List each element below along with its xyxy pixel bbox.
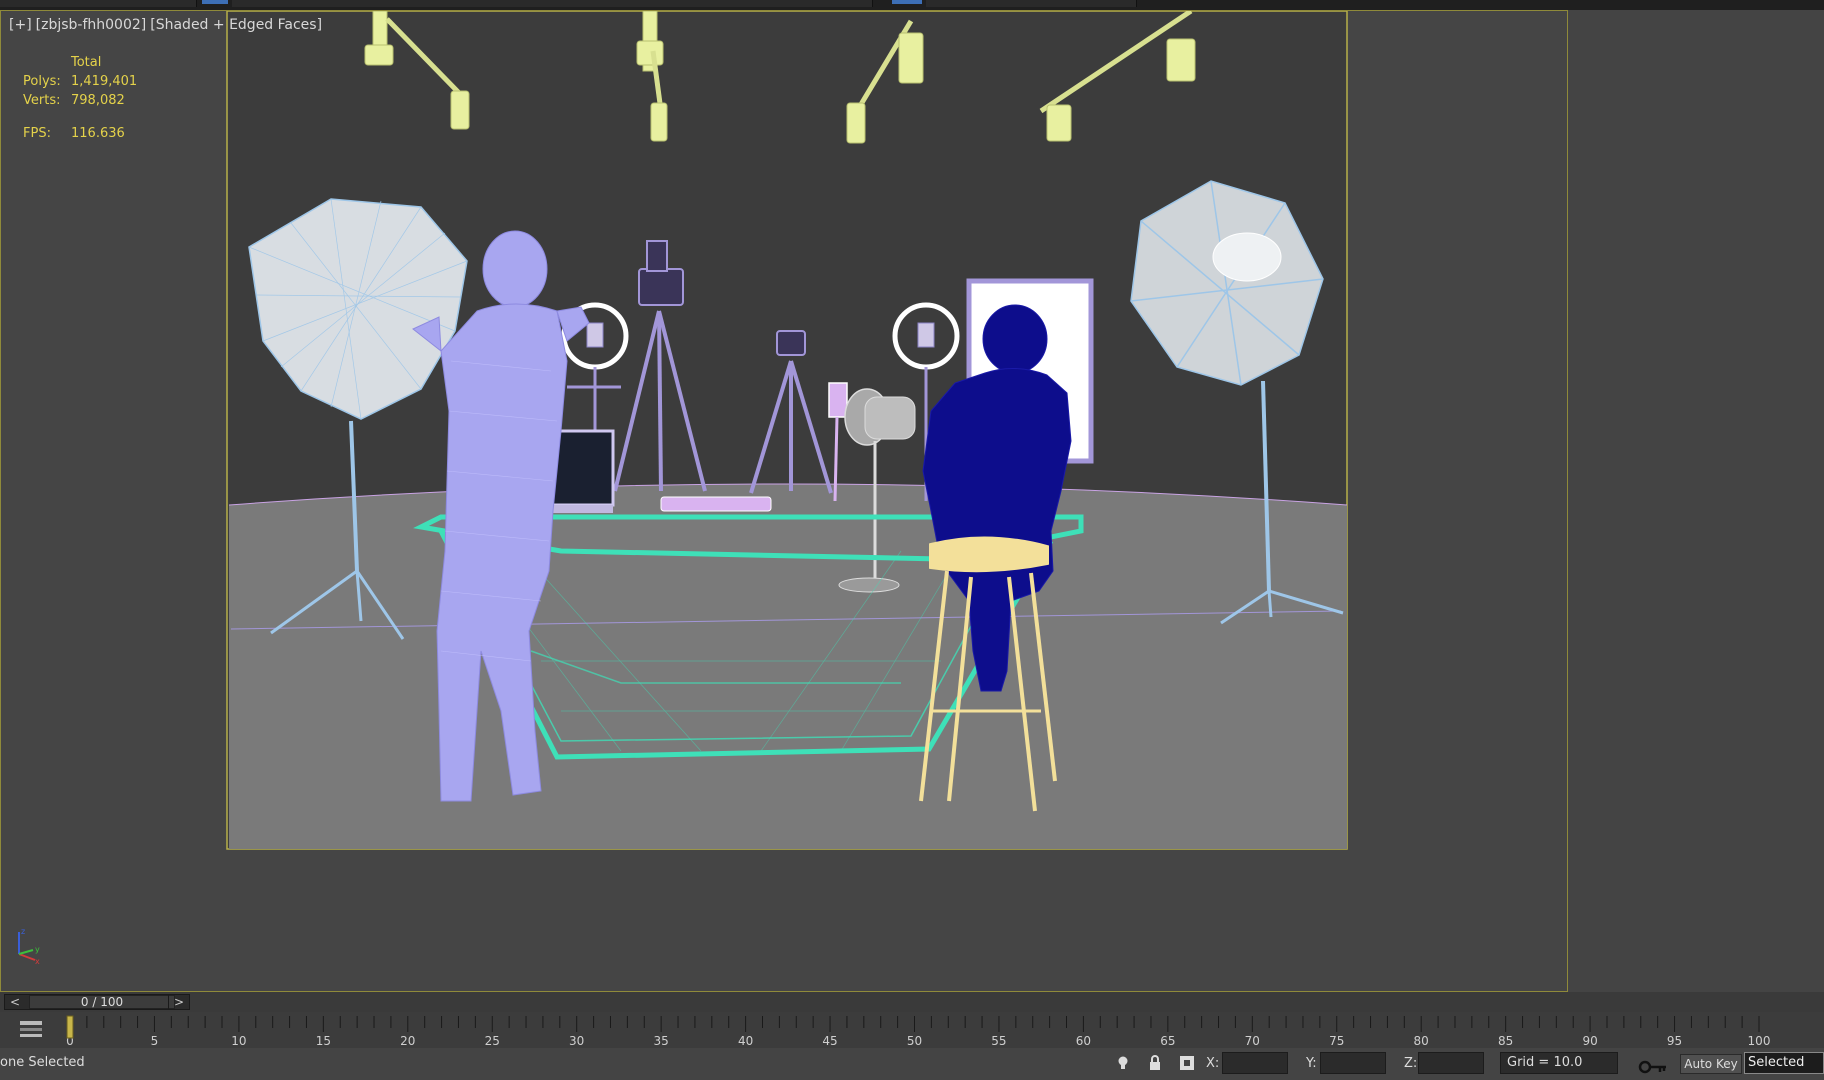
timeline-tick-label: 100	[1748, 1034, 1771, 1048]
axis-y-label: y	[35, 945, 40, 954]
time-slider-bar[interactable]: < 0 / 100 >	[0, 992, 1824, 1012]
phone-stand	[828, 382, 848, 418]
timeline-tick-label: 10	[231, 1034, 246, 1048]
viewport-scene[interactable]	[1, 11, 1567, 991]
current-frame-marker[interactable]	[66, 1015, 74, 1039]
toolbar-segment[interactable]	[926, 0, 1137, 7]
grid-size-field: Grid = 10.0	[1500, 1052, 1618, 1074]
x-coord-label: X:	[1206, 1056, 1220, 1071]
timeline-tick-label: 95	[1667, 1034, 1682, 1048]
verts-value: 798,082	[71, 93, 125, 108]
keyboard	[660, 496, 772, 512]
timeline-tick-label: 50	[907, 1034, 922, 1048]
viewport-shading-mode[interactable]: [Shaded + Edged Faces]	[150, 17, 322, 33]
perspective-viewport[interactable]: [+] [zbjsb-fhh0002] [Shaded + Edged Faces]…	[0, 10, 1568, 992]
track-bar[interactable]: 0 5 10 15 20 25 30 35 40 45 50 55 60 65 70 75 80 85 90 95 10…	[0, 1012, 1824, 1048]
viewport-menu[interactable]: [+]	[9, 17, 32, 33]
app-window: [+] [zbjsb-fhh0002] [Shaded + Edged Faces]…	[0, 0, 1824, 1080]
selection-status: one Selected	[0, 1055, 85, 1070]
timeline-tick-label: 85	[1498, 1034, 1513, 1048]
auto-key-button[interactable]: Auto Key	[1680, 1054, 1742, 1074]
timeline-tick-label: 80	[1414, 1034, 1429, 1048]
y-coord-field[interactable]	[1320, 1052, 1386, 1074]
toolbar-segment[interactable]	[0, 0, 197, 7]
prev-frame-button[interactable]: <	[5, 995, 25, 1009]
timeline-tick-label: 5	[151, 1034, 159, 1048]
z-coord-label: Z:	[1404, 1056, 1418, 1071]
viewport-label[interactable]: [+] [zbjsb-fhh0002] [Shaded + Edged Faces]	[9, 17, 326, 33]
key-filter-dropdown[interactable]: Selected	[1744, 1052, 1824, 1074]
timeline-tick-label: 30	[569, 1034, 584, 1048]
timeline-tick-label: 60	[1076, 1034, 1091, 1048]
fps-label: FPS:	[23, 126, 51, 141]
timeline-tick-label: 25	[485, 1034, 500, 1048]
axis-x-label: x	[35, 957, 40, 966]
key-filter-icon[interactable]	[18, 1019, 44, 1039]
x-coord-field[interactable]	[1222, 1052, 1288, 1074]
timeline-tick-label: 70	[1245, 1034, 1260, 1048]
axis-gizmo: x y z	[18, 927, 40, 966]
toolbar-active-tab[interactable]	[202, 0, 228, 4]
stats-header: Total	[71, 55, 102, 70]
top-toolbar-strip	[0, 0, 1824, 10]
absolute-mode-icon[interactable]	[1178, 1054, 1196, 1072]
fps-value: 116.636	[71, 126, 125, 141]
z-coord-field[interactable]	[1418, 1052, 1484, 1074]
set-key-icon[interactable]	[1638, 1058, 1668, 1076]
timeline-tick-label: 65	[1160, 1034, 1175, 1048]
timeline-ruler[interactable]: 0 5 10 15 20 25 30 35 40 45 50 55 60 65 70 75 80 85 90 95 10…	[66, 1012, 1824, 1048]
verts-label: Verts:	[23, 93, 61, 108]
timeline-tick-label: 45	[822, 1034, 837, 1048]
timeline-tick-label: 90	[1582, 1034, 1597, 1048]
studio-floor	[229, 484, 1347, 849]
right-panel	[1568, 10, 1824, 992]
viewport-view-name[interactable]: [zbjsb-fhh0002]	[36, 17, 147, 33]
timeline-tick-label: 55	[991, 1034, 1006, 1048]
y-coord-label: Y:	[1306, 1056, 1317, 1071]
viewport-statistics: Total Polys: 1,419,401 Verts: 798,082 FPS:…	[23, 53, 161, 143]
toolbar-active-tab[interactable]	[892, 0, 922, 4]
timeline-tick-label: 35	[654, 1034, 669, 1048]
polys-value: 1,419,401	[71, 74, 138, 89]
timeline-tick-label: 75	[1329, 1034, 1344, 1048]
timeline-tick-label: 40	[738, 1034, 753, 1048]
toolbar-segment[interactable]	[232, 0, 873, 7]
timeline-tick-label: 15	[316, 1034, 331, 1048]
status-bar: one Selected X: Y: Z: Grid = 10.0 Auto K…	[0, 1048, 1824, 1080]
polys-label: Polys:	[23, 74, 61, 89]
lock-icon[interactable]	[1146, 1054, 1164, 1072]
time-slider[interactable]: < 0 / 100 >	[4, 994, 190, 1010]
timeline-tick-label: 20	[400, 1034, 415, 1048]
lightbulb-icon[interactable]	[1114, 1054, 1132, 1072]
time-slider-thumb[interactable]: 0 / 100	[29, 995, 175, 1009]
next-frame-button[interactable]: >	[168, 995, 189, 1009]
axis-z-label: z	[21, 927, 25, 936]
